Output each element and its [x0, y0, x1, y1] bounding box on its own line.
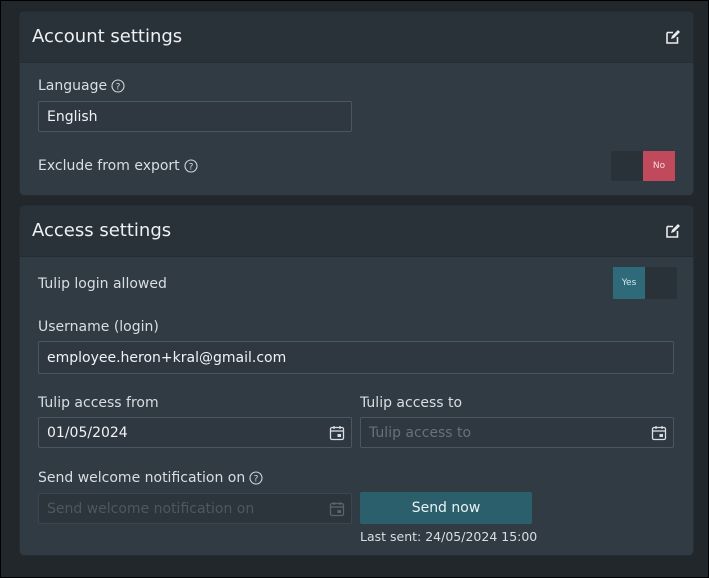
access-from-value: 01/05/2024: [47, 424, 128, 441]
access-from-label-row: Tulip access from: [38, 395, 159, 411]
tulip-access-to-field[interactable]: Tulip access to: [360, 417, 674, 448]
language-select[interactable]: English: [38, 101, 352, 132]
svg-text:?: ?: [116, 82, 121, 92]
svg-text:?: ?: [188, 162, 193, 172]
toggle-off-side: [611, 151, 643, 181]
access-to-label-row: Tulip access to: [360, 395, 462, 411]
tulip-login-toggle[interactable]: Yes: [613, 267, 677, 299]
last-sent-text: Last sent: 24/05/2024 15:00: [360, 529, 538, 544]
help-circle-icon[interactable]: ?: [184, 159, 198, 173]
tulip-access-to-label: Tulip access to: [360, 395, 463, 411]
username-field[interactable]: employee.heron+kral@gmail.com: [38, 341, 674, 374]
account-settings-header: Account settings: [20, 12, 693, 63]
exclude-from-export-label: Exclude from export: [38, 158, 180, 174]
welcome-notification-date-field: Send welcome notification on: [38, 493, 352, 524]
send-now-button[interactable]: Send now: [360, 492, 532, 524]
welcome-notification-placeholder: Send welcome notification on: [47, 500, 255, 517]
exclude-from-export-toggle[interactable]: No: [611, 151, 675, 181]
language-value: English: [47, 108, 98, 125]
send-welcome-notification-label: Send welcome notification on: [38, 470, 246, 486]
account-settings-title: Account settings: [32, 26, 183, 47]
calendar-icon: [329, 502, 345, 517]
language-label-row: Language ?: [38, 78, 125, 94]
access-settings-title: Access settings: [32, 220, 172, 241]
access-to-placeholder: Tulip access to: [369, 424, 472, 441]
welcome-label-row: Send welcome notification on ?: [38, 470, 263, 486]
edit-icon[interactable]: [665, 29, 681, 45]
account-settings-panel: Account settings Language ? English Excl…: [20, 12, 693, 195]
login-allowed-label-row: Tulip login allowed: [38, 276, 167, 292]
settings-window: Account settings Language ? English Excl…: [0, 0, 709, 578]
tulip-access-from-label: Tulip access from: [38, 395, 159, 411]
svg-text:?: ?: [254, 474, 259, 484]
calendar-icon[interactable]: [651, 425, 667, 441]
tulip-login-allowed-label: Tulip login allowed: [38, 276, 167, 292]
tulip-access-from-field[interactable]: 01/05/2024: [38, 417, 352, 448]
exclude-label-row: Exclude from export ?: [38, 158, 198, 174]
username-value: employee.heron+kral@gmail.com: [47, 349, 287, 366]
username-label-row: Username (login): [38, 319, 159, 335]
username-label: Username (login): [38, 319, 159, 335]
language-label: Language: [38, 78, 108, 94]
access-settings-header: Access settings: [20, 206, 693, 257]
toggle-yes-state: Yes: [613, 267, 645, 299]
calendar-icon[interactable]: [329, 425, 345, 441]
access-settings-panel: Access settings Tulip login allowed Yes …: [20, 206, 693, 555]
help-circle-icon[interactable]: ?: [249, 471, 263, 485]
help-circle-icon[interactable]: ?: [111, 79, 125, 93]
edit-icon[interactable]: [665, 223, 681, 239]
toggle-no-state: No: [643, 151, 675, 181]
toggle-off-side: [645, 267, 677, 299]
